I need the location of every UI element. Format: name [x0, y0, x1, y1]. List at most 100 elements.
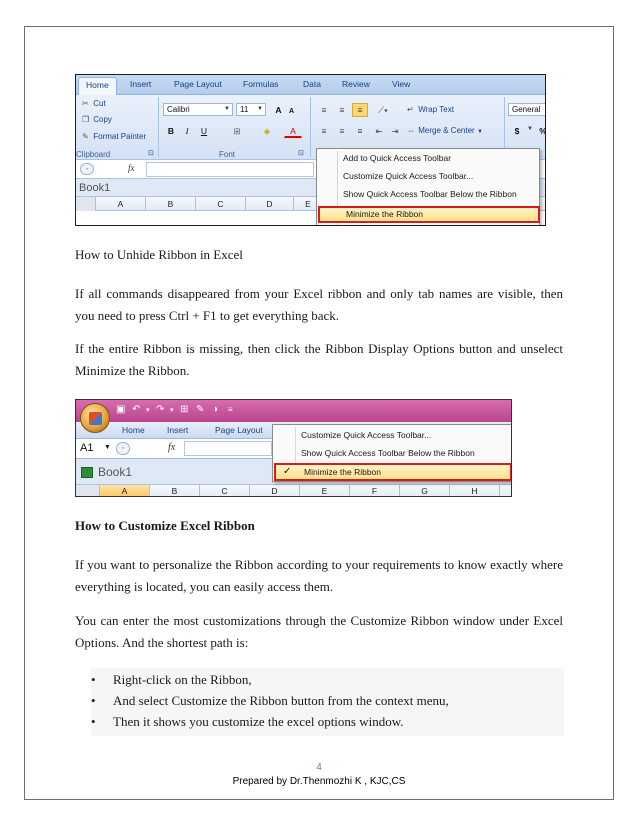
increase-indent-icon[interactable]: ⇥	[388, 124, 402, 138]
table-icon[interactable]: ⊞	[180, 404, 188, 415]
column-header-a[interactable]: A	[96, 197, 146, 211]
select-all-corner[interactable]	[76, 485, 100, 496]
column-header-row: A B C D E F G H	[76, 485, 511, 496]
bullet-icon: •	[91, 714, 96, 729]
redo-icon[interactable]: ↷	[156, 404, 164, 415]
footer-credit: Prepared by Dr.Thenmozhi K , KJC,CS	[232, 776, 406, 787]
tab-review[interactable]: Review	[342, 79, 370, 89]
tab-view[interactable]: View	[392, 79, 410, 89]
wrap-text-label: Wrap Text	[418, 105, 454, 114]
column-header-c[interactable]: C	[200, 485, 250, 496]
align-left-icon[interactable]: ≡	[316, 124, 332, 138]
expand-name-box-icon[interactable]: ◦	[116, 442, 130, 455]
excel-ribbon-screenshot: Home Insert Page Layout Formulas Data Re…	[75, 74, 546, 226]
align-middle-icon[interactable]: ≡	[334, 103, 350, 117]
tab-home[interactable]: Home	[122, 425, 145, 435]
align-top-icon[interactable]: ≡	[316, 103, 332, 117]
column-header-g[interactable]: G	[400, 485, 450, 496]
name-box[interactable]: A1	[80, 442, 93, 454]
chevron-down-icon: ▼	[476, 129, 483, 135]
menu-item-show-qat-below[interactable]: Show Quick Access Toolbar Below the Ribb…	[273, 444, 511, 462]
tab-data[interactable]: Data	[303, 79, 321, 89]
menu-item-show-qat-below[interactable]: Show Quick Access Toolbar Below the Ribb…	[317, 186, 539, 203]
wrap-text-button[interactable]: ↵ Wrap Text	[407, 105, 454, 114]
align-right-icon[interactable]: ≡	[352, 124, 368, 138]
quick-access-toolbar: ▣ ↶ ▾ ↷ ▾ ⊞ ✎ ◑ ≡	[76, 400, 511, 422]
underline-button[interactable]: U	[197, 124, 211, 138]
column-header-b[interactable]: B	[146, 197, 196, 211]
merge-icon: ⇔	[407, 126, 415, 135]
column-header-f[interactable]: F	[350, 485, 400, 496]
excel-file-icon	[81, 467, 93, 478]
unhide-ribbon-title: How to Unhide Ribbon in Excel	[75, 247, 243, 262]
wrap-text-icon: ↵	[407, 105, 414, 114]
group-separator	[158, 97, 159, 157]
cut-button[interactable]: ✂ Cut	[82, 99, 106, 108]
column-header-h[interactable]: H	[450, 485, 500, 496]
undo-circle-icon[interactable]: ◑	[212, 404, 218, 415]
menu-item-add-to-qat[interactable]: Add to Quick Access Toolbar	[317, 150, 539, 167]
font-name-combo[interactable]: Calibri ▼	[163, 103, 233, 116]
column-header-e[interactable]: E	[300, 485, 350, 496]
decrease-indent-icon[interactable]: ⇤	[372, 124, 386, 138]
qat-context-menu: Customize Quick Access Toolbar... Show Q…	[272, 424, 511, 482]
menu-item-customize-qat[interactable]: Customize Quick Access Toolbar...	[317, 168, 539, 185]
align-center-icon[interactable]: ≡	[334, 124, 350, 138]
borders-icon[interactable]: ⊞	[227, 124, 247, 138]
qat-context-menu: Add to Quick Access Toolbar Customize Qu…	[316, 148, 540, 225]
tab-formulas[interactable]: Formulas	[243, 79, 278, 89]
column-header-c[interactable]: C	[196, 197, 246, 211]
column-header-d[interactable]: D	[246, 197, 294, 211]
chevron-down-icon[interactable]: ▾	[146, 406, 150, 414]
clipboard-launcher-icon[interactable]: ⊡	[148, 149, 154, 157]
paragraph-personalize: If you want to personalize the Ribbon ac…	[75, 557, 563, 594]
align-bottom-icon[interactable]: ≡	[352, 103, 368, 117]
italic-button[interactable]: I	[180, 124, 194, 138]
orientation-icon[interactable]: ⟋▾	[372, 103, 394, 117]
formula-input[interactable]	[146, 162, 314, 177]
grow-font-button[interactable]: A	[272, 103, 285, 117]
undo-icon[interactable]: ↶	[132, 404, 140, 415]
insert-function-button[interactable]: fx	[168, 442, 175, 453]
fill-color-icon[interactable]: ◈	[256, 124, 278, 138]
column-header-b[interactable]: B	[150, 485, 200, 496]
merge-center-button[interactable]: ⇔ Merge & Center ▼	[407, 126, 483, 135]
column-header-a[interactable]: A	[100, 485, 150, 496]
font-size-combo[interactable]: 11 ▼	[236, 103, 266, 116]
tab-page-layout[interactable]: Page Layout	[174, 79, 222, 89]
formula-input[interactable]	[184, 441, 272, 456]
tab-page-layout[interactable]: Page Layout	[215, 425, 263, 435]
font-launcher-icon[interactable]: ⊡	[298, 149, 304, 157]
tab-insert[interactable]: Insert	[167, 425, 188, 435]
menu-item-minimize-ribbon[interactable]: Minimize the Ribbon	[318, 206, 540, 223]
copy-button[interactable]: ❐ Copy	[82, 115, 112, 124]
paragraph-ctrl-f1: If all commands disappeared from your Ex…	[75, 286, 563, 323]
font-size-value: 11	[240, 105, 249, 114]
shrink-font-button[interactable]: A	[286, 104, 297, 118]
tab-insert[interactable]: Insert	[130, 79, 151, 89]
paintbrush-icon[interactable]: ✎	[196, 404, 204, 415]
chevron-down-icon: ▼	[224, 106, 230, 112]
column-header-d[interactable]: D	[250, 485, 300, 496]
customize-qat-icon[interactable]: ≡	[228, 405, 233, 414]
font-color-icon[interactable]: A	[284, 124, 302, 138]
currency-button[interactable]: $	[510, 124, 524, 138]
chevron-down-icon[interactable]: ▼	[104, 444, 111, 451]
bold-button[interactable]: B	[164, 124, 178, 138]
tab-home[interactable]: Home	[78, 77, 117, 96]
menu-item-customize-qat[interactable]: Customize Quick Access Toolbar...	[273, 426, 511, 444]
percent-button[interactable]: %	[537, 124, 545, 138]
save-icon[interactable]: ▣	[116, 404, 125, 415]
menu-item-minimize-ribbon[interactable]: ✓ Minimize the Ribbon	[274, 463, 511, 481]
select-all-corner[interactable]	[76, 197, 96, 211]
insert-function-button[interactable]: fx	[128, 163, 135, 173]
office-button[interactable]	[80, 403, 110, 433]
paintbrush-icon: ✎	[82, 132, 89, 141]
format-painter-button[interactable]: ✎ Format Painter	[82, 132, 146, 141]
chevron-down-icon[interactable]: ▼	[527, 126, 533, 132]
menu-item-minimize-ribbon-label: Minimize the Ribbon	[304, 467, 382, 477]
merge-center-label: Merge & Center	[418, 126, 475, 135]
chevron-down-icon[interactable]: ▾	[170, 406, 174, 414]
expand-name-box-icon[interactable]: ◦	[80, 163, 94, 175]
number-format-combo[interactable]: General	[508, 103, 545, 116]
